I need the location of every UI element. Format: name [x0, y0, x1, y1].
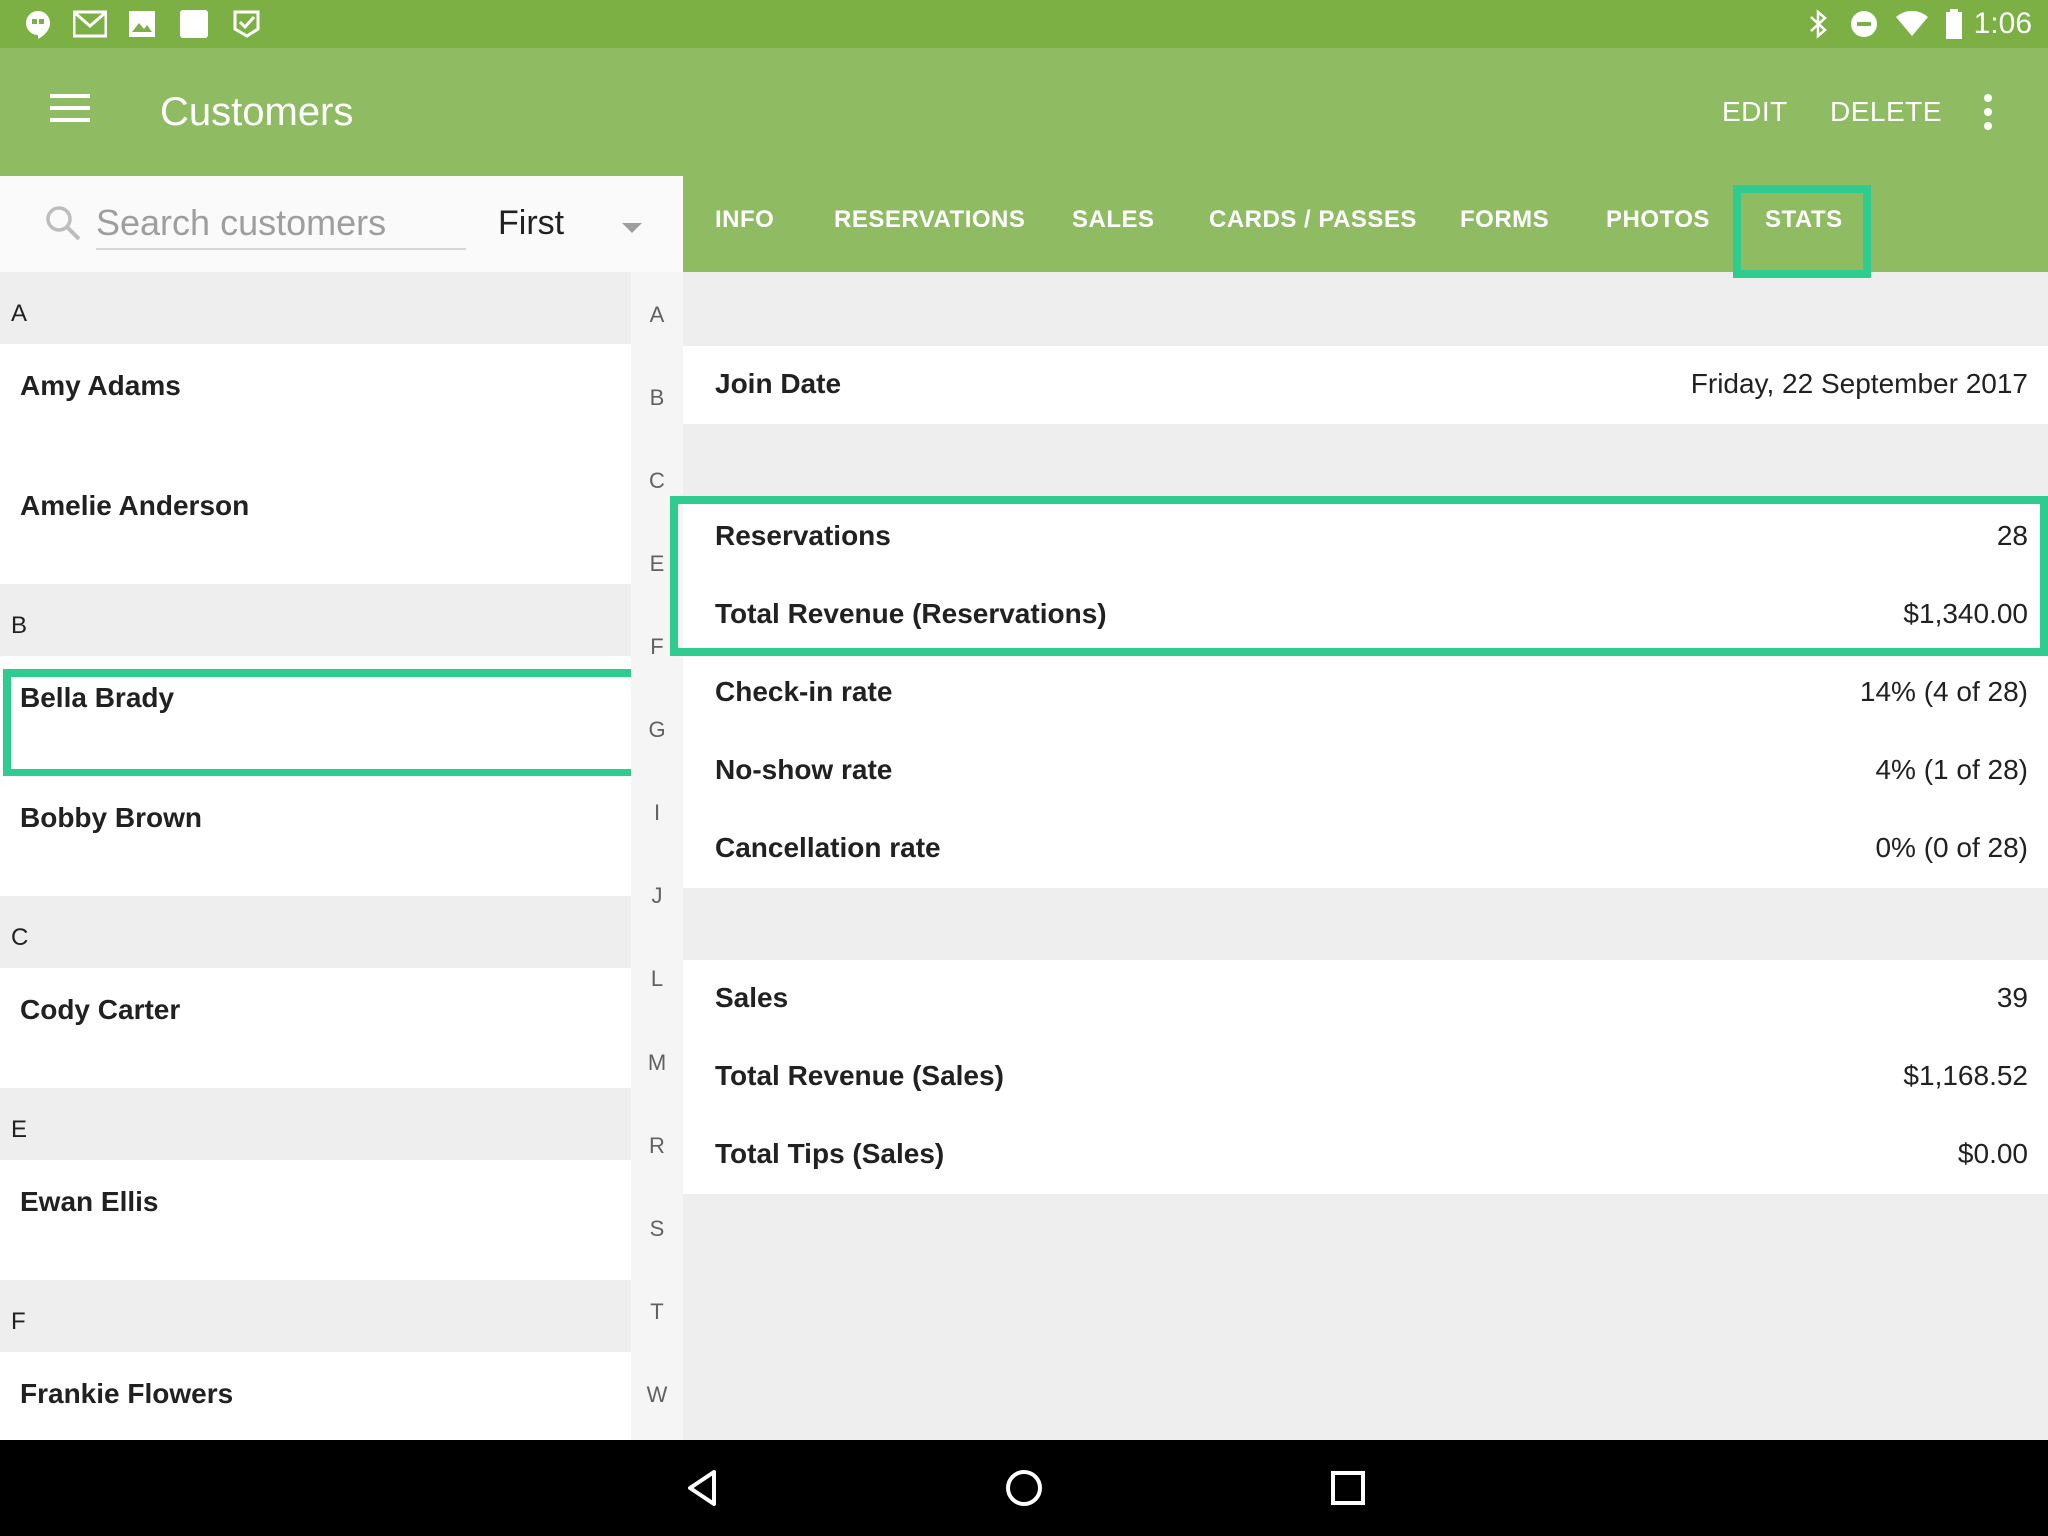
customer-item[interactable]: Bobby Brown: [0, 776, 631, 896]
customer-name: Frankie Flowers: [20, 1378, 234, 1409]
section-header: C: [0, 896, 631, 968]
stat-row: Sales 39: [683, 960, 2048, 1038]
more-options-icon[interactable]: [1978, 92, 1998, 132]
tab-sales[interactable]: SALES: [1072, 206, 1155, 234]
customer-name: Bobby Brown: [20, 802, 202, 833]
clock: 1:06: [1973, 7, 2032, 40]
battery-icon: [1944, 8, 1964, 40]
stat-label: Sales: [715, 982, 789, 1013]
dropdown-arrow-icon: [622, 222, 642, 240]
stat-value: 14% (4 of 28): [1859, 676, 2028, 707]
stat-label: Check-in rate: [715, 676, 893, 707]
index-letter[interactable]: W: [631, 1382, 683, 1408]
app-root: 1:06 Customers EDIT DELETE First: [0, 0, 2048, 1536]
stat-row: No-show rate 4% (1 of 28): [683, 732, 2048, 810]
customer-name: Cody Carter: [20, 994, 181, 1025]
delete-button[interactable]: DELETE: [1830, 92, 1942, 132]
tab-reservations[interactable]: RESERVATIONS: [834, 206, 1025, 234]
sort-dropdown[interactable]: First: [480, 194, 660, 254]
sort-value: First: [498, 204, 565, 242]
index-letter[interactable]: J: [631, 883, 683, 909]
tab-cards-passes[interactable]: CARDS / PASSES: [1209, 206, 1417, 234]
alphabet-index-bar[interactable]: A B C E F G I J L M R S T W: [631, 272, 683, 1440]
page-title: Customers: [160, 90, 354, 134]
customer-item-selected[interactable]: Bella Brady: [0, 656, 652, 777]
customer-item[interactable]: Amelie Anderson: [0, 464, 631, 584]
section-header: A: [0, 272, 631, 344]
stat-value: $0.00: [1957, 1138, 2028, 1169]
customer-name: Amy Adams: [20, 370, 181, 401]
index-letter[interactable]: G: [631, 717, 683, 743]
search-bar: First: [0, 176, 683, 272]
customer-name: Amelie Anderson: [20, 490, 250, 521]
stat-row: Join Date Friday, 22 September 2017: [683, 346, 2048, 424]
stats-tab-highlight: [1733, 185, 1871, 278]
index-letter[interactable]: S: [631, 1216, 683, 1242]
index-letter[interactable]: L: [631, 966, 683, 992]
customer-name: Bella Brady: [20, 682, 175, 713]
play-store-icon: [230, 8, 264, 40]
stat-row: Total Revenue (Sales) $1,168.52: [683, 1038, 2048, 1116]
customer-item[interactable]: Ewan Ellis: [0, 1160, 631, 1280]
customer-item[interactable]: Cody Carter: [0, 968, 631, 1088]
section-header: E: [0, 1088, 631, 1160]
detail-tabs: INFO RESERVATIONS SALES CARDS / PASSES F…: [683, 176, 2048, 278]
index-letter[interactable]: M: [631, 1050, 683, 1076]
menu-icon[interactable]: [50, 92, 94, 128]
index-letter[interactable]: T: [631, 1299, 683, 1325]
system-nav-bar: [0, 1440, 2048, 1536]
stat-value: $1,168.52: [1903, 1060, 2028, 1091]
customer-name: Ewan Ellis: [20, 1186, 159, 1217]
stat-value: Friday, 22 September 2017: [1690, 368, 2028, 399]
gmail-icon: [72, 8, 108, 40]
edit-button[interactable]: EDIT: [1722, 92, 1788, 132]
stat-label: Cancellation rate: [715, 832, 941, 863]
stat-value: 0% (0 of 28): [1875, 832, 2028, 863]
customer-list: A Amy Adams Amelie Anderson B Bella Brad…: [0, 272, 652, 1440]
search-input[interactable]: [96, 198, 466, 250]
do-not-disturb-icon: [1848, 8, 1880, 40]
home-icon[interactable]: [996, 1460, 1052, 1516]
section-header: F: [0, 1280, 631, 1352]
section-header: B: [0, 584, 631, 656]
stat-label: No-show rate: [715, 754, 893, 785]
stat-label: Total Tips (Sales): [715, 1138, 945, 1169]
app-bar: Customers EDIT DELETE: [0, 48, 2048, 176]
join-date-card: Join Date Friday, 22 September 2017: [683, 346, 2048, 424]
stat-value: 39: [1996, 982, 2028, 1013]
index-letter[interactable]: B: [631, 385, 683, 411]
sales-card: Sales 39 Total Revenue (Sales) $1,168.52…: [683, 960, 2048, 1194]
customer-detail-panel: INFO RESERVATIONS SALES CARDS / PASSES F…: [670, 176, 2048, 1440]
stat-label: Join Date: [715, 368, 842, 399]
search-icon: [44, 204, 84, 244]
status-bar: 1:06: [0, 0, 2048, 48]
back-icon[interactable]: [674, 1460, 730, 1516]
stat-row: Check-in rate 14% (4 of 28): [683, 654, 2048, 732]
tab-photos[interactable]: PHOTOS: [1606, 206, 1710, 234]
hangouts-icon: [22, 8, 54, 40]
customer-item[interactable]: Amy Adams: [0, 344, 631, 464]
index-letter[interactable]: A: [631, 302, 683, 328]
stat-label: Total Revenue (Sales): [715, 1060, 1004, 1091]
reservations-highlight: [670, 496, 2048, 656]
index-letter[interactable]: I: [631, 800, 683, 826]
customer-list-panel: First A Amy Adams Amelie Anderson B Bell…: [0, 176, 683, 1440]
wifi-icon: [1894, 8, 1930, 40]
square-app-icon: [178, 8, 210, 40]
photos-icon: [126, 8, 158, 40]
recents-icon[interactable]: [1320, 1460, 1376, 1516]
stat-row: Total Tips (Sales) $0.00: [683, 1116, 2048, 1194]
bluetooth-icon: [1806, 8, 1830, 40]
stat-value: 4% (1 of 28): [1875, 754, 2028, 785]
stat-row: Cancellation rate 0% (0 of 28): [683, 810, 2048, 888]
customer-item[interactable]: Frankie Flowers: [0, 1352, 631, 1440]
tab-info[interactable]: INFO: [715, 206, 774, 234]
index-letter[interactable]: R: [631, 1133, 683, 1159]
index-letter[interactable]: C: [631, 468, 683, 494]
tab-forms[interactable]: FORMS: [1460, 206, 1549, 234]
